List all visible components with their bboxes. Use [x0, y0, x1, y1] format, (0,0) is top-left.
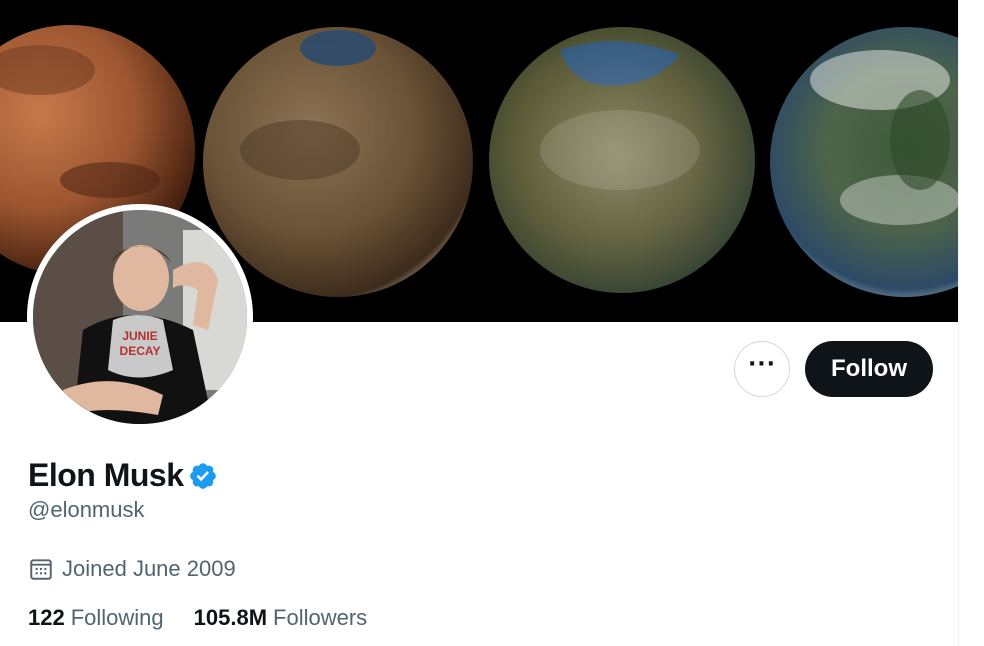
- calendar-icon: [30, 559, 52, 580]
- verified-badge-icon[interactable]: [188, 461, 218, 491]
- more-options-button[interactable]: ···: [734, 341, 790, 397]
- follow-button-label: Follow: [831, 355, 907, 382]
- svg-text:JUNIE: JUNIE: [122, 329, 157, 343]
- avatar[interactable]: JUNIE DECAY: [33, 210, 247, 424]
- avatar-frame: JUNIE DECAY: [27, 204, 253, 430]
- svg-text:DECAY: DECAY: [120, 344, 161, 358]
- user-handle: @elonmusk: [28, 497, 145, 522]
- following-link[interactable]: 122 Following: [28, 605, 164, 631]
- following-count: 122: [28, 605, 65, 630]
- profile-page: JUNIE DECAY ··· Follow Elon Musk @elonmu…: [0, 0, 984, 646]
- followers-label: Followers: [273, 605, 368, 630]
- followers-count: 105.8M: [193, 605, 268, 630]
- more-icon: ···: [747, 352, 777, 377]
- joined-date-row: Joined June 2009: [28, 554, 236, 584]
- follow-stats: 122 Following 105.8M Followers: [28, 603, 367, 633]
- followers-link[interactable]: 105.8M Followers: [194, 605, 368, 631]
- avatar-photo: JUNIE DECAY: [33, 210, 247, 424]
- joined-date: Joined June 2009: [62, 556, 236, 581]
- display-name: Elon Musk: [28, 456, 184, 493]
- page-edge: [958, 0, 984, 646]
- follow-button[interactable]: Follow: [805, 341, 933, 397]
- display-name-row: Elon Musk: [28, 455, 218, 495]
- following-label: Following: [70, 605, 164, 630]
